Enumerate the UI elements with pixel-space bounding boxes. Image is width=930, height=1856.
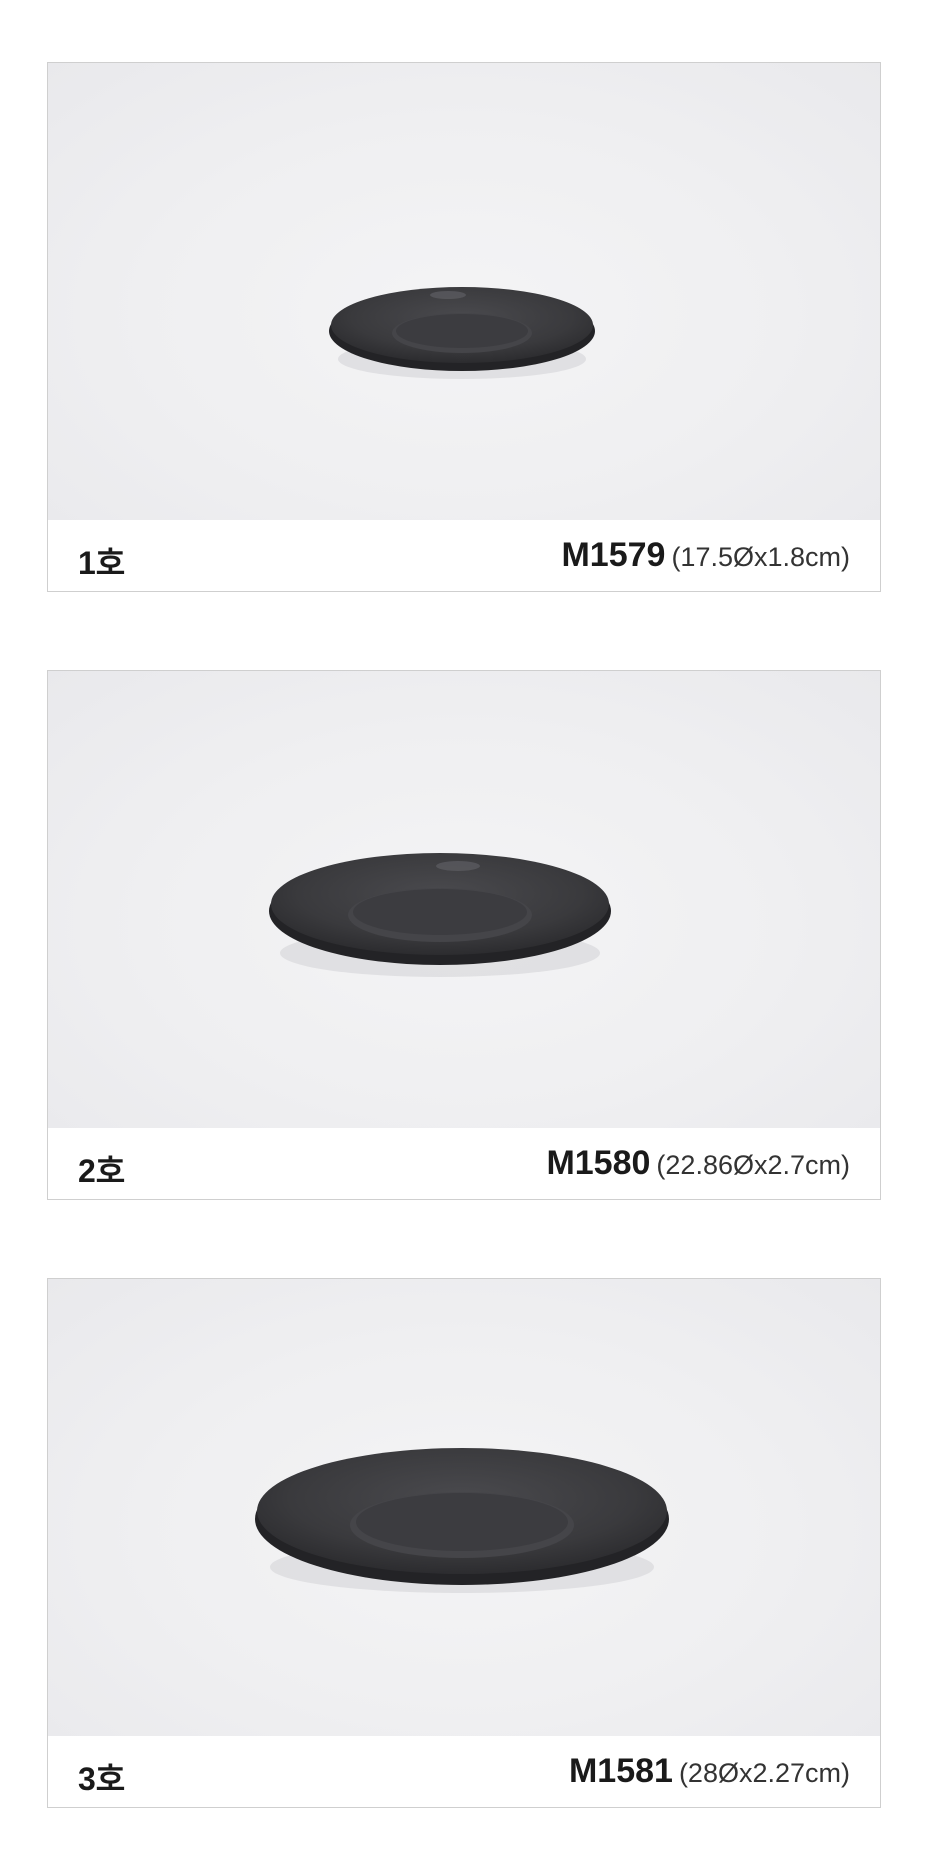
product-size-list: 1호 M1579 (17.5Øx1.8cm) 2호 M1580 (22.86Øx…	[0, 0, 930, 1856]
size-label: 2호	[78, 1153, 126, 1189]
plate-photo-3	[48, 1279, 880, 1736]
product-code: M1579	[561, 536, 666, 574]
product-code: M1580	[546, 1144, 651, 1182]
plate-photo-1	[48, 63, 880, 520]
product-card-2: 2호 M1580 (22.86Øx2.7cm)	[47, 670, 881, 1200]
product-caption-1: 1호 M1579 (17.5Øx1.8cm)	[48, 520, 880, 591]
product-card-1: 1호 M1579 (17.5Øx1.8cm)	[47, 62, 881, 592]
size-label: 3호	[78, 1761, 126, 1797]
black-plate-image	[329, 287, 595, 379]
plate-photo-2	[48, 671, 880, 1128]
black-plate-image	[255, 1448, 669, 1593]
product-code: M1581	[568, 1752, 673, 1790]
product-dimensions: (22.86Øx2.7cm)	[656, 1150, 850, 1180]
product-caption-2: 2호 M1580 (22.86Øx2.7cm)	[48, 1128, 880, 1199]
product-dimensions: (28Øx2.27cm)	[678, 1758, 850, 1788]
product-dimensions: (17.5Øx1.8cm)	[671, 542, 850, 572]
product-spec: M1580 (22.86Øx2.7cm)	[546, 1144, 850, 1183]
product-card-3: 3호 M1581 (28Øx2.27cm)	[47, 1278, 881, 1808]
product-spec: M1581 (28Øx2.27cm)	[569, 1752, 850, 1791]
product-spec: M1579 (17.5Øx1.8cm)	[561, 536, 850, 575]
product-caption-3: 3호 M1581 (28Øx2.27cm)	[48, 1736, 880, 1807]
black-plate-image	[269, 853, 611, 977]
size-label: 1호	[78, 545, 126, 581]
